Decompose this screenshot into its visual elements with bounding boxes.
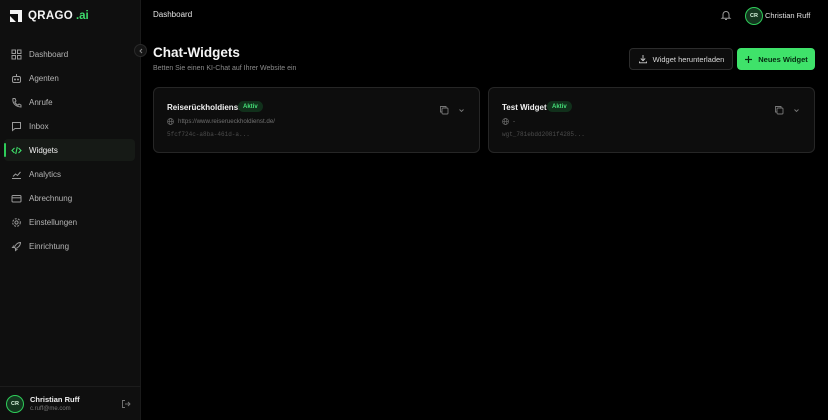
avatar: CR (6, 394, 24, 413)
brand-name: QRAGO (28, 10, 73, 22)
code-icon (11, 145, 22, 156)
download-widget-button[interactable]: Widget herunterladen (629, 48, 733, 70)
widget-url: - (502, 118, 515, 125)
sidebar-item-label: Anrufe (29, 97, 53, 107)
plus-icon (745, 55, 753, 63)
widget-name: Test Widget (502, 103, 547, 112)
widget-id: wgt_781ebdd2081f4285... (502, 131, 585, 138)
layout-grid-icon (11, 49, 22, 60)
chevron-left-icon (138, 48, 142, 53)
sidebar-collapse-button[interactable] (134, 44, 147, 57)
sidebar-item-inbox[interactable]: Inbox (4, 115, 135, 137)
widget-url-text: - (513, 118, 516, 125)
sidebar-item-label: Agenten (29, 73, 59, 83)
logout-icon[interactable] (121, 399, 131, 409)
page-subtitle: Betten Sie einen KI-Chat auf Ihrer Websi… (153, 65, 297, 72)
status-badge: Aktiv (547, 101, 572, 112)
chevron-down-icon[interactable] (457, 106, 466, 115)
bell-icon[interactable] (720, 9, 732, 21)
widget-card[interactable]: Reiserückholdienst Aktiv https://www.rei… (153, 87, 480, 153)
page-title: Chat-Widgets (153, 45, 240, 60)
sidebar-item-analytics[interactable]: Analytics (4, 163, 135, 185)
avatar[interactable]: CR (745, 7, 763, 25)
sidebar-item-label: Dashboard (29, 49, 69, 59)
new-widget-button[interactable]: Neues Widget (737, 48, 815, 70)
new-widget-button-label: Neues Widget (758, 54, 808, 64)
sidebar-item-anrufe[interactable]: Anrufe (4, 91, 135, 113)
widget-card[interactable]: Test Widget Aktiv - wgt_781ebdd2081f4285… (488, 87, 815, 153)
sidebar-item-label: Inbox (29, 121, 49, 131)
phone-icon (11, 97, 22, 108)
sidebar-item-dashboard[interactable]: Dashboard (4, 43, 135, 65)
brand-suffix: .ai (75, 10, 89, 22)
breadcrumb: Dashboard (153, 10, 193, 19)
download-icon (638, 55, 647, 64)
sidebar-item-einstellungen[interactable]: Einstellungen (4, 212, 135, 234)
widget-url: https://www.reiserueckholdienst.de/ (167, 118, 275, 125)
globe-icon (167, 118, 174, 125)
brand-logo[interactable]: QRAGO .ai (9, 9, 89, 23)
sidebar-item-label: Abrechnung (29, 194, 73, 204)
sidebar-nav: Dashboard Agenten Anrufe Inbox Widgets A… (4, 43, 135, 260)
user-meta: Christian Ruff c.ruff@me.com (30, 395, 80, 412)
sidebar-item-einrichtung[interactable]: Einrichtung (4, 236, 135, 258)
sidebar: QRAGO .ai Dashboard Agenten Anrufe Inbox… (0, 0, 147, 420)
sidebar-item-widgets[interactable]: Widgets (4, 139, 135, 162)
user-name: Christian Ruff (30, 395, 80, 404)
logo-icon (9, 9, 23, 23)
rocket-icon (11, 241, 22, 252)
message-square-icon (11, 121, 22, 132)
sidebar-item-agenten[interactable]: Agenten (4, 67, 135, 89)
sidebar-user[interactable]: CR Christian Ruff c.ruff@me.com (0, 386, 141, 420)
copy-icon[interactable] (774, 105, 784, 115)
chevron-down-icon[interactable] (792, 106, 801, 115)
gear-icon (11, 217, 22, 228)
status-badge: Aktiv (238, 101, 263, 112)
copy-icon[interactable] (439, 105, 449, 115)
sidebar-item-label: Einrichtung (29, 242, 70, 252)
bot-icon (11, 73, 22, 84)
widget-name: Reiserückholdienst (167, 103, 241, 112)
line-chart-icon (11, 169, 22, 180)
sidebar-item-label: Widgets (29, 145, 58, 155)
download-button-label: Widget herunterladen (652, 54, 725, 64)
credit-card-icon (11, 193, 22, 204)
widget-id: 5fcf724c-a8ba-461d-a... (167, 131, 250, 138)
widget-url-text: https://www.reiserueckholdienst.de/ (178, 118, 275, 125)
topbar: Dashboard CR Christian Ruff (141, 0, 828, 31)
sidebar-item-label: Analytics (29, 169, 62, 179)
sidebar-item-abrechnung[interactable]: Abrechnung (4, 188, 135, 210)
user-email: c.ruff@me.com (30, 406, 71, 412)
globe-icon (502, 118, 509, 125)
sidebar-item-label: Einstellungen (29, 218, 78, 228)
user-name[interactable]: Christian Ruff (765, 11, 810, 20)
